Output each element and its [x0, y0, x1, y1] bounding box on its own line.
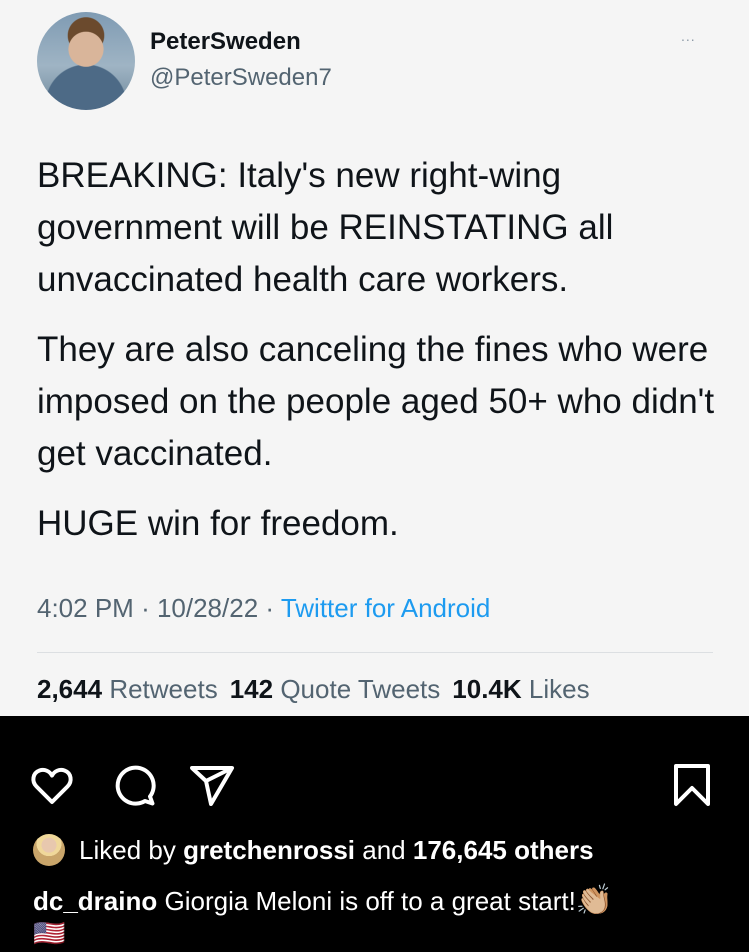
tweet-text: BREAKING: Italy's new right-wing governm… — [37, 150, 727, 568]
heart-icon[interactable] — [28, 761, 76, 809]
likes-label: Likes — [528, 674, 590, 704]
tweet-paragraph: They are also canceling the fines who we… — [37, 330, 715, 473]
separator-dot: · — [265, 593, 281, 623]
bookmark-icon[interactable] — [668, 761, 716, 809]
liked-by-and: and — [362, 834, 406, 865]
divider — [37, 652, 713, 653]
tweet-meta: 4:02 PM · 10/28/22 · Twitter for Android — [37, 593, 490, 624]
tweet-time: 4:02 PM — [37, 593, 134, 623]
liker-avatar[interactable] — [33, 834, 65, 866]
quote-tweets-count: 142 — [229, 674, 274, 704]
likes-summary[interactable]: Liked by gretchenrossi and 176,645 other… — [33, 832, 594, 868]
share-icon[interactable] — [188, 761, 236, 809]
tweet-source-link[interactable]: Twitter for Android — [281, 593, 491, 623]
more-options-icon[interactable]: ... — [681, 28, 696, 44]
caption-username[interactable]: dc_draino — [33, 886, 157, 916]
liked-by-prefix: Liked by — [79, 834, 176, 865]
separator-dot: · — [141, 593, 157, 623]
likes-stat[interactable]: 10.4K Likes — [452, 674, 589, 704]
comment-icon[interactable] — [110, 761, 158, 809]
us-flag-icon: 🇺🇸 — [33, 918, 66, 948]
display-name[interactable]: PeterSweden — [150, 28, 301, 56]
avatar[interactable] — [37, 12, 135, 110]
tweet-paragraph: HUGE win for freedom. — [37, 504, 399, 543]
clapping-hands-icon: 👏🏼 — [575, 884, 614, 917]
caption-text: Giorgia Meloni is off to a great start! — [164, 886, 576, 916]
liked-by-others[interactable]: 176,645 others — [413, 835, 594, 866]
retweets-count: 2,644 — [37, 674, 103, 704]
tweet-stats: 2,644 Retweets 142 Quote Tweets 10.4K Like… — [37, 674, 590, 705]
retweets-stat[interactable]: 2,644 Retweets — [37, 674, 218, 704]
post-action-bar — [0, 755, 749, 811]
tweet-date: 10/28/22 — [156, 593, 259, 623]
tweet-paragraph: BREAKING: Italy's new right-wing governm… — [37, 156, 614, 299]
quote-tweets-stat[interactable]: 142 Quote Tweets — [230, 674, 441, 704]
quote-tweets-label: Quote Tweets — [280, 674, 441, 704]
retweets-label: Retweets — [109, 674, 218, 704]
likes-count: 10.4K — [452, 674, 522, 704]
liked-by-user[interactable]: gretchenrossi — [183, 835, 355, 866]
tweet-screenshot: PeterSweden @PeterSweden7 ... BREAKING: … — [0, 0, 749, 716]
user-handle[interactable]: @PeterSweden7 — [150, 64, 332, 92]
post-caption: dc_draino Giorgia Meloni is off to a gre… — [33, 883, 613, 918]
